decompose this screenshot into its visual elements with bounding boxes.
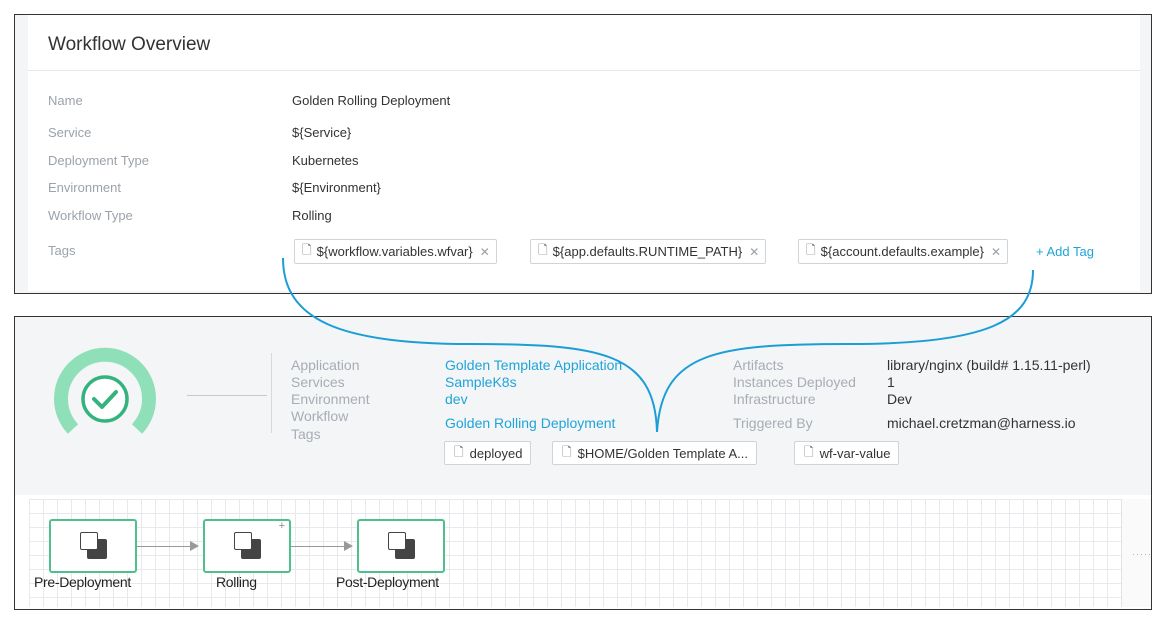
infrastructure-label: Infrastructure bbox=[733, 391, 816, 407]
deployment-type-label: Deployment Type bbox=[48, 153, 149, 168]
copy-icon bbox=[234, 532, 262, 560]
instances-deployed-value: 1 bbox=[887, 374, 895, 390]
close-icon[interactable]: ✕ bbox=[480, 245, 490, 259]
tag-chip[interactable]: 🗋 deployed bbox=[444, 441, 532, 465]
tag-chip[interactable]: 🗋 $HOME/Golden Template A... bbox=[552, 441, 757, 465]
name-value: Golden Rolling Deployment bbox=[292, 93, 451, 108]
artifacts-value: library/nginx (build# 1.15.11-perl) bbox=[887, 357, 1091, 373]
tag-text: ${workflow.variables.wfvar} bbox=[316, 244, 473, 259]
infrastructure-value: Dev bbox=[887, 391, 912, 407]
stage-post-deployment[interactable] bbox=[357, 519, 445, 573]
workflow-overview-card: Workflow Overview Name Golden Rolling De… bbox=[28, 15, 1140, 291]
tag-chip[interactable]: 🗋 ${workflow.variables.wfvar} ✕ bbox=[294, 239, 497, 264]
tag-text: deployed bbox=[469, 445, 523, 461]
overview-title: Workflow Overview bbox=[48, 34, 211, 55]
workflow-overview-panel: Workflow Overview Name Golden Rolling De… bbox=[14, 14, 1152, 294]
copy-icon bbox=[388, 532, 416, 560]
service-value: ${Service} bbox=[292, 125, 352, 140]
tag-chip[interactable]: 🗋 ${app.defaults.RUNTIME_PATH} ✕ bbox=[530, 239, 767, 264]
stage-label: Rolling bbox=[216, 574, 257, 590]
stage-label: Pre-Deployment bbox=[34, 574, 131, 590]
environment-label: Environment bbox=[291, 391, 370, 407]
clipboard-icon: 🗋 bbox=[806, 243, 816, 257]
tag-text: wf-var-value bbox=[819, 445, 891, 461]
instances-deployed-label: Instances Deployed bbox=[733, 374, 856, 390]
stage-pre-deployment[interactable] bbox=[49, 519, 137, 573]
clipboard-icon: 🗋 bbox=[562, 444, 572, 459]
tag-text: ${account.defaults.example} bbox=[820, 244, 984, 259]
add-tag-link[interactable]: + Add Tag bbox=[1036, 244, 1094, 259]
tag-text: $HOME/Golden Template A... bbox=[577, 445, 748, 461]
divider bbox=[28, 70, 1140, 71]
arrow-connector bbox=[137, 541, 199, 551]
environment-label: Environment bbox=[48, 180, 121, 195]
services-link[interactable]: SampleK8s bbox=[445, 374, 517, 390]
deployment-summary: Application Services Environment Workflo… bbox=[15, 317, 1151, 495]
deployment-details-panel: Application Services Environment Workflo… bbox=[14, 316, 1152, 610]
divider bbox=[271, 353, 272, 433]
tag-chip[interactable]: 🗋 ${account.defaults.example} ✕ bbox=[798, 239, 1009, 264]
workflow-label: Workflow bbox=[291, 408, 349, 424]
workflow-type-label: Workflow Type bbox=[48, 208, 133, 223]
services-label: Services bbox=[291, 374, 345, 390]
copy-icon bbox=[80, 532, 108, 560]
close-icon[interactable]: ✕ bbox=[991, 245, 1001, 259]
deployment-type-value: Kubernetes bbox=[292, 153, 359, 168]
workflow-link[interactable]: Golden Rolling Deployment bbox=[445, 415, 615, 431]
service-label: Service bbox=[48, 125, 92, 140]
tag-text: ${app.defaults.RUNTIME_PATH} bbox=[552, 244, 743, 259]
close-icon[interactable]: ✕ bbox=[749, 245, 759, 259]
workflow-canvas[interactable] bbox=[29, 499, 1121, 607]
triggered-by-label: Triggered By bbox=[733, 415, 813, 431]
stage-label: Post-Deployment bbox=[336, 574, 439, 590]
artifacts-label: Artifacts bbox=[733, 357, 784, 373]
plus-icon[interactable]: + bbox=[279, 520, 285, 532]
name-label: Name bbox=[48, 93, 83, 108]
divider bbox=[187, 395, 267, 396]
clipboard-icon: 🗋 bbox=[302, 243, 312, 257]
clipboard-icon: 🗋 bbox=[538, 243, 548, 257]
application-link[interactable]: Golden Template Application bbox=[445, 357, 622, 373]
clipboard-icon: 🗋 bbox=[454, 444, 464, 459]
more-icon[interactable]: ······ bbox=[1132, 549, 1151, 559]
clipboard-icon: 🗋 bbox=[804, 444, 814, 459]
environment-value: ${Environment} bbox=[292, 180, 381, 195]
tag-chip[interactable]: 🗋 wf-var-value bbox=[794, 441, 900, 465]
triggered-by-value: michael.cretzman@harness.io bbox=[887, 415, 1076, 431]
environment-link[interactable]: dev bbox=[445, 391, 468, 407]
arrow-connector bbox=[291, 541, 353, 551]
tags-label: Tags bbox=[291, 426, 321, 442]
status-gauge-icon bbox=[54, 347, 156, 434]
application-label: Application bbox=[291, 357, 360, 373]
workflow-type-value: Rolling bbox=[292, 208, 332, 223]
stage-rolling[interactable]: + bbox=[203, 519, 291, 573]
tags-label: Tags bbox=[48, 243, 76, 258]
